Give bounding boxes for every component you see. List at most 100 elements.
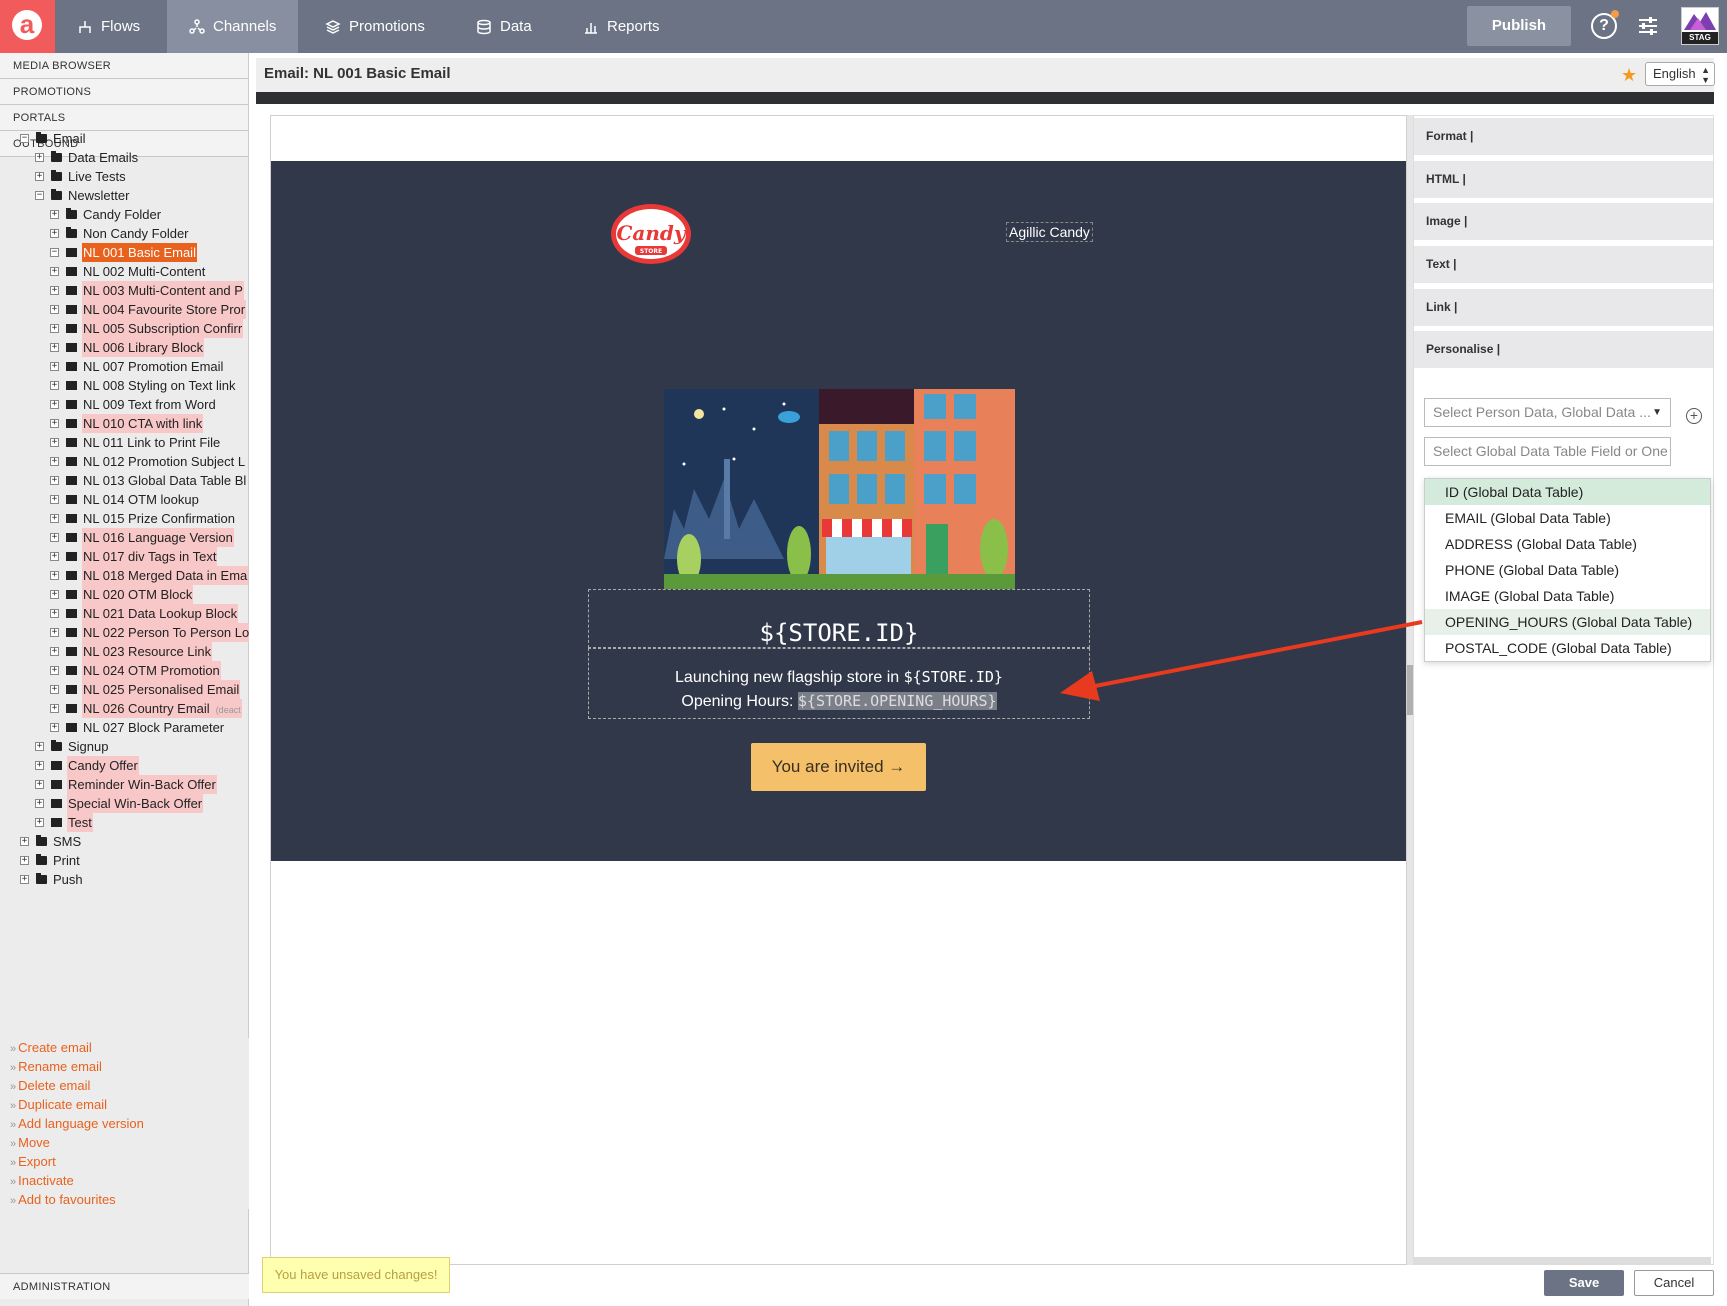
panel-section-link[interactable]: Link | [1414,289,1713,326]
expand-icon[interactable]: + [50,457,59,466]
panel-section-image[interactable]: Image | [1414,203,1713,240]
tree-item-label[interactable]: NL 007 Promotion Email [82,357,224,376]
expand-icon[interactable]: + [50,647,59,656]
expand-icon[interactable]: + [50,305,59,314]
dropdown-option[interactable]: POSTAL_CODE (Global Data Table) [1425,635,1710,661]
tree-item[interactable]: + NL 006 Library Block [0,338,249,357]
tree-item[interactable]: + Candy Offer [0,756,249,775]
tree-item[interactable]: + NL 004 Favourite Store Pror [0,300,249,319]
expand-icon[interactable]: + [50,685,59,694]
tree-item[interactable]: − NL 001 Basic Email [0,243,249,262]
app-logo[interactable]: a [0,0,55,53]
add-plus-icon[interactable]: + [1686,408,1702,424]
tree-item-label[interactable]: NL 004 Favourite Store Pror [82,300,247,319]
action-create-email[interactable]: » Create email [0,1038,249,1057]
tree-item[interactable]: + Special Win-Back Offer [0,794,249,813]
tree-item[interactable]: + NL 021 Data Lookup Block [0,604,249,623]
tree-item[interactable]: + NL 015 Prize Confirmation [0,509,249,528]
environment-badge[interactable]: STAG [1681,7,1719,45]
expand-icon[interactable]: + [50,666,59,675]
tree-item[interactable]: + NL 014 OTM lookup [0,490,249,509]
tree-item-label[interactable]: NL 013 Global Data Table Bl [82,471,247,490]
dropdown-option[interactable]: EMAIL (Global Data Table) [1425,505,1710,531]
expand-icon[interactable]: + [50,210,59,219]
tree-item-label[interactable]: Push [52,870,84,889]
expand-icon[interactable]: + [50,324,59,333]
panel-section-html[interactable]: HTML | [1414,161,1713,198]
tree-item[interactable]: + NL 012 Promotion Subject L [0,452,249,471]
action-move[interactable]: » Move [0,1133,249,1152]
sidebar-section-administration[interactable]: ADMINISTRATION [0,1273,249,1299]
tree-item[interactable]: + Test [0,813,249,832]
collapse-icon[interactable]: − [35,191,44,200]
tree-item-label[interactable]: NL 024 OTM Promotion [82,661,221,680]
tree-item-label[interactable]: NL 016 Language Version [82,528,234,547]
opening-hours-variable[interactable]: ${STORE.OPENING_HOURS} [797,692,997,710]
tree-item[interactable]: + Print [0,851,249,870]
expand-icon[interactable]: + [35,742,44,751]
tree-item-label[interactable]: NL 022 Person To Person Lo [82,623,249,642]
cancel-button[interactable]: Cancel [1634,1270,1714,1296]
tree-item-label[interactable]: NL 006 Library Block [82,338,205,357]
action-duplicate-email[interactable]: » Duplicate email [0,1095,249,1114]
expand-icon[interactable]: + [35,780,44,789]
tree-item[interactable]: + Candy Folder [0,205,249,224]
dropdown-option[interactable]: ADDRESS (Global Data Table) [1425,531,1710,557]
tree-item[interactable]: + NL 022 Person To Person Lo [0,623,249,642]
tree-item-label[interactable]: NL 003 Multi-Content and P [82,281,244,300]
expand-icon[interactable]: + [50,381,59,390]
tree-item-label[interactable]: Test [67,813,93,832]
brand-name-text[interactable]: Agillic Candy [1006,222,1093,242]
expand-icon[interactable]: + [35,799,44,808]
tree-item-label[interactable]: NL 011 Link to Print File [82,433,221,452]
favourite-star-icon[interactable]: ★ [1621,65,1637,86]
expand-icon[interactable]: + [50,704,59,713]
tree-item[interactable]: + NL 009 Text from Word [0,395,249,414]
expand-icon[interactable]: + [20,837,29,846]
language-select[interactable]: English ▲ ▼ [1645,62,1715,86]
action-rename-email[interactable]: » Rename email [0,1057,249,1076]
collapse-icon[interactable]: − [20,134,29,143]
tree-item[interactable]: + NL 013 Global Data Table Bl [0,471,249,490]
tree-item[interactable]: + NL 011 Link to Print File [0,433,249,452]
tree-item[interactable]: + NL 003 Multi-Content and P [0,281,249,300]
expand-icon[interactable]: + [50,362,59,371]
tree-item[interactable]: + NL 008 Styling on Text link [0,376,249,395]
tree-item-label[interactable]: NL 009 Text from Word [82,395,217,414]
tree-item[interactable]: + Data Emails [0,148,249,167]
nav-reports[interactable]: Reports [561,0,682,53]
tree-item[interactable]: − Newsletter [0,186,249,205]
tree-item-label[interactable]: Non Candy Folder [82,224,190,243]
dropdown-option[interactable]: PHONE (Global Data Table) [1425,557,1710,583]
settings-sliders-icon[interactable] [1636,14,1660,38]
expand-icon[interactable]: + [50,476,59,485]
tree-item-label[interactable]: NL 012 Promotion Subject L [82,452,246,471]
expand-icon[interactable]: + [35,761,44,770]
tree-item[interactable]: − Email [0,129,249,148]
tree-item[interactable]: + NL 018 Merged Data in Ema [0,566,249,585]
tree-item-label[interactable]: NL 023 Resource Link [82,642,213,661]
tree-item-label[interactable]: NL 026 Country Email (deact [82,699,242,718]
tree-item-label[interactable]: Email [52,129,87,148]
tree-item-label[interactable]: Newsletter [67,186,130,205]
tree-item[interactable]: + NL 010 CTA with link [0,414,249,433]
tree-item-label[interactable]: Reminder Win-Back Offer [67,775,217,794]
expand-icon[interactable]: + [50,723,59,732]
text-block[interactable]: Launching new flagship store in ${STORE.… [588,648,1090,719]
tree-item[interactable]: + NL 025 Personalised Email [0,680,249,699]
tree-item[interactable]: + NL 005 Subscription Confirr [0,319,249,338]
panel-scrollbar[interactable] [1414,1257,1711,1265]
action-delete-email[interactable]: » Delete email [0,1076,249,1095]
nav-channels[interactable]: Channels [167,0,299,53]
collapse-icon[interactable]: − [50,248,59,257]
expand-icon[interactable]: + [50,514,59,523]
expand-icon[interactable]: + [35,172,44,181]
tree-item[interactable]: + NL 024 OTM Promotion [0,661,249,680]
expand-icon[interactable]: + [50,267,59,276]
dropdown-option[interactable]: IMAGE (Global Data Table) [1425,583,1710,609]
expand-icon[interactable]: + [50,400,59,409]
tree-item-label[interactable]: NL 025 Personalised Email [82,680,241,699]
expand-icon[interactable]: + [50,628,59,637]
tree-item-label[interactable]: Special Win-Back Offer [67,794,204,813]
tree-item[interactable]: + Signup [0,737,249,756]
